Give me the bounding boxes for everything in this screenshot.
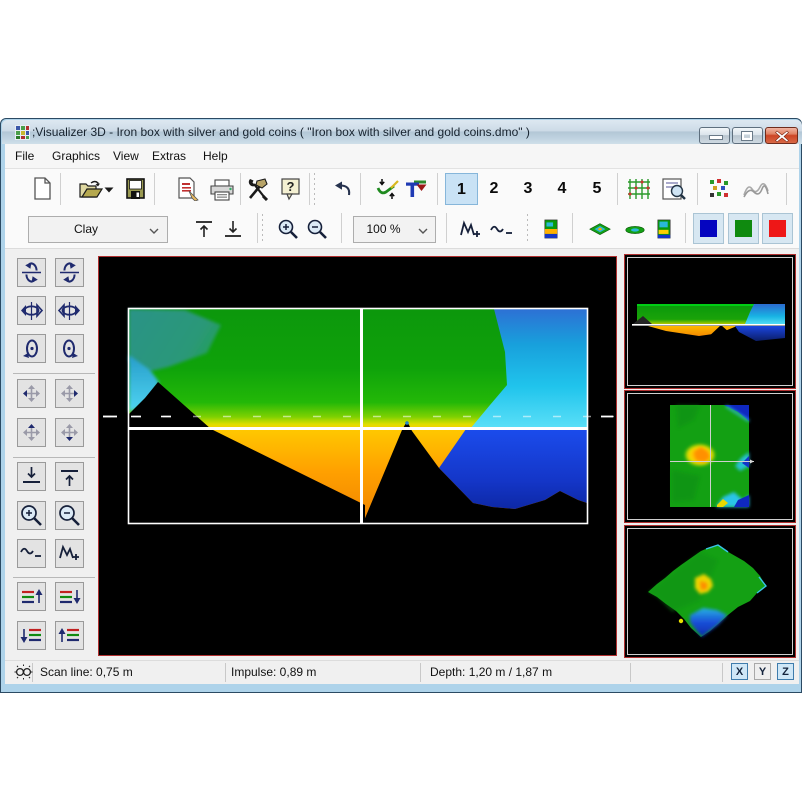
svg-text:?: ? <box>287 179 295 194</box>
